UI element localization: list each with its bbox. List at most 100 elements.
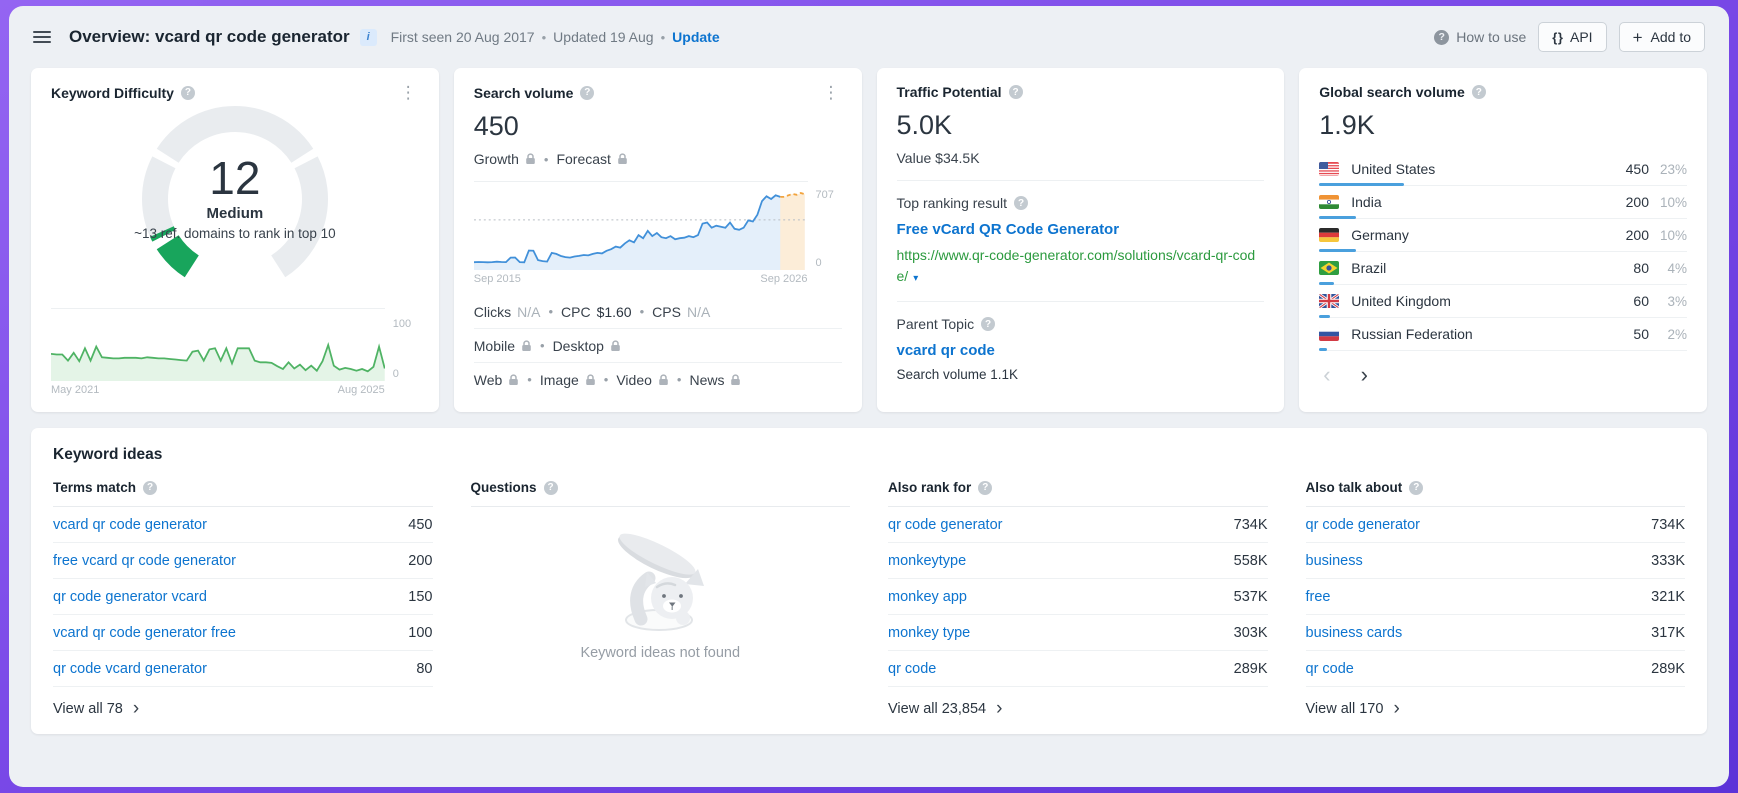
top-ranking-url[interactable]: https://www.qr-code-generator.com/soluti… bbox=[897, 245, 1265, 287]
kd-history-chart: May 2021 Aug 2025 100 0 bbox=[51, 308, 419, 396]
y-min-label: 0 bbox=[816, 257, 842, 269]
toggle-growth[interactable]: Growth bbox=[474, 151, 536, 167]
questions-empty-state: Keyword ideas not found bbox=[471, 507, 851, 661]
kd-y-axis: 100 0 bbox=[393, 308, 419, 396]
help-icon[interactable]: ? bbox=[580, 86, 594, 100]
chevron-right-icon: › bbox=[133, 700, 139, 717]
kd-history-plot[interactable]: May 2021 Aug 2025 bbox=[51, 308, 385, 396]
help-icon[interactable]: ? bbox=[1014, 196, 1028, 210]
keyword-volume: 734K bbox=[1651, 517, 1685, 533]
x-end-label: Aug 2025 bbox=[338, 384, 385, 396]
column-header: Also talk about ? bbox=[1306, 480, 1686, 507]
how-to-use-link[interactable]: ? How to use bbox=[1434, 29, 1526, 45]
country-name: Russian Federation bbox=[1351, 326, 1633, 342]
also-talk-about-rows: qr code generator734Kbusiness333Kfree321… bbox=[1306, 507, 1686, 687]
lock-icon bbox=[521, 340, 532, 352]
keyword-link[interactable]: qr code bbox=[1306, 661, 1354, 677]
traffic-potential-card: Traffic Potential ? 5.0K Value $34.5K To… bbox=[877, 68, 1285, 412]
pager-prev-icon[interactable]: ‹ bbox=[1323, 364, 1330, 386]
help-icon[interactable]: ? bbox=[1009, 85, 1023, 99]
add-to-button[interactable]: + Add to bbox=[1619, 22, 1705, 52]
keyword-link[interactable]: qr code generator bbox=[1306, 517, 1420, 533]
keyword-link[interactable]: vcard qr code generator bbox=[53, 517, 207, 533]
card-title: Global search volume bbox=[1319, 84, 1465, 100]
chevron-right-icon: › bbox=[1393, 700, 1399, 717]
keyword-link[interactable]: monkey app bbox=[888, 589, 967, 605]
separator-dot: • bbox=[540, 338, 545, 353]
lock-icon bbox=[610, 340, 621, 352]
metric-mobile: Mobile bbox=[474, 338, 532, 354]
keyword-link[interactable]: qr code bbox=[888, 661, 936, 677]
country-row: India20010% bbox=[1319, 186, 1687, 219]
country-name: Germany bbox=[1351, 227, 1625, 243]
help-icon[interactable]: ? bbox=[978, 481, 992, 495]
keyword-link[interactable]: free vcard qr code generator bbox=[53, 553, 236, 569]
metric-cpc: CPC $1.60 bbox=[561, 304, 632, 320]
metric-web: Web bbox=[474, 372, 520, 388]
keyword-link[interactable]: vcard qr code generator free bbox=[53, 625, 236, 641]
keyword-link[interactable]: monkeytype bbox=[888, 553, 966, 569]
app-window: Overview: vcard qr code generator i Firs… bbox=[9, 6, 1729, 787]
flag-us-icon bbox=[1319, 162, 1339, 176]
keyword-link[interactable]: qr code generator bbox=[888, 517, 1002, 533]
help-icon[interactable]: ? bbox=[981, 317, 995, 331]
separator-dot: • bbox=[604, 372, 609, 387]
info-icon[interactable]: i bbox=[360, 29, 377, 46]
help-icon[interactable]: ? bbox=[143, 481, 157, 495]
pager-next-icon[interactable]: › bbox=[1361, 364, 1368, 386]
chevron-right-icon: › bbox=[996, 700, 1002, 717]
keyword-volume: 200 bbox=[408, 553, 432, 569]
keyword-link[interactable]: free bbox=[1306, 589, 1331, 605]
keyword-row: qr code generator 734K bbox=[1306, 507, 1686, 543]
search-metrics: Clicks N/A•CPC $1.60•CPS N/AMobile•Deskt… bbox=[474, 295, 842, 396]
help-icon[interactable]: ? bbox=[181, 86, 195, 100]
view-all-rank-link[interactable]: View all 23,854 › bbox=[888, 700, 1002, 717]
flag-ru-icon bbox=[1319, 327, 1339, 341]
column-header: Terms match ? bbox=[53, 480, 433, 507]
api-button[interactable]: { } API bbox=[1538, 22, 1606, 52]
first-seen-text: First seen 20 Aug 2017 bbox=[391, 29, 535, 45]
empty-state-text: Keyword ideas not found bbox=[580, 645, 740, 661]
parent-topic-link[interactable]: vcard qr code bbox=[897, 342, 1265, 359]
country-row: Brazil804% bbox=[1319, 252, 1687, 285]
view-all-terms-link[interactable]: View all 78 › bbox=[53, 700, 139, 717]
country-list: United States45023%India20010%Germany200… bbox=[1319, 153, 1687, 351]
view-all-label: View all 170 bbox=[1306, 701, 1384, 717]
plus-icon: + bbox=[1633, 29, 1643, 46]
help-icon[interactable]: ? bbox=[1472, 85, 1486, 99]
update-link[interactable]: Update bbox=[672, 29, 719, 45]
help-icon[interactable]: ? bbox=[1409, 481, 1423, 495]
kebab-menu-icon[interactable]: ⋮ bbox=[821, 84, 842, 101]
search-volume-value: 450 bbox=[474, 111, 842, 142]
search-volume-plot[interactable]: Sep 2015 Sep 2026 bbox=[474, 181, 808, 285]
keyword-row: vcard qr code generator free 100 bbox=[53, 615, 433, 651]
help-icon[interactable]: ? bbox=[544, 481, 558, 495]
keyword-volume: 150 bbox=[408, 589, 432, 605]
updated-text: Updated 19 Aug bbox=[553, 29, 653, 45]
menu-icon[interactable] bbox=[31, 27, 53, 47]
keyword-volume: 537K bbox=[1234, 589, 1268, 605]
keyword-link[interactable]: business cards bbox=[1306, 625, 1403, 641]
flag-in-icon bbox=[1319, 195, 1339, 209]
country-percent: 10% bbox=[1649, 228, 1687, 243]
keyword-ideas-title: Keyword ideas bbox=[53, 446, 1685, 464]
keyword-link[interactable]: business bbox=[1306, 553, 1363, 569]
view-all-talk-link[interactable]: View all 170 › bbox=[1306, 700, 1400, 717]
metric-cps: CPS N/A bbox=[652, 304, 710, 320]
country-row: United Kingdom603% bbox=[1319, 285, 1687, 318]
kd-gauge: 12 Medium ~13 ref. domains to rank in to… bbox=[129, 105, 341, 288]
keyword-link[interactable]: qr code generator vcard bbox=[53, 589, 207, 605]
top-ranking-label-row: Top ranking result ? bbox=[897, 195, 1265, 211]
keyword-link[interactable]: monkey type bbox=[888, 625, 970, 641]
top-ranking-result-link[interactable]: Free vCard QR Code Generator bbox=[897, 221, 1265, 238]
keyword-row: qr code generator734K bbox=[888, 507, 1268, 543]
keyword-link[interactable]: qr code vcard generator bbox=[53, 661, 207, 677]
column-title: Questions bbox=[471, 480, 537, 495]
keyword-ideas-columns: Terms match ? vcard qr code generator450… bbox=[53, 480, 1685, 718]
column-title: Also talk about bbox=[1306, 480, 1403, 495]
url-dropdown-caret-icon[interactable]: ▾ bbox=[913, 273, 918, 284]
keyword-volume: 100 bbox=[408, 625, 432, 641]
toggle-forecast[interactable]: Forecast bbox=[556, 151, 627, 167]
kebab-menu-icon[interactable]: ⋮ bbox=[398, 84, 419, 101]
separator-dot: • bbox=[542, 30, 547, 45]
